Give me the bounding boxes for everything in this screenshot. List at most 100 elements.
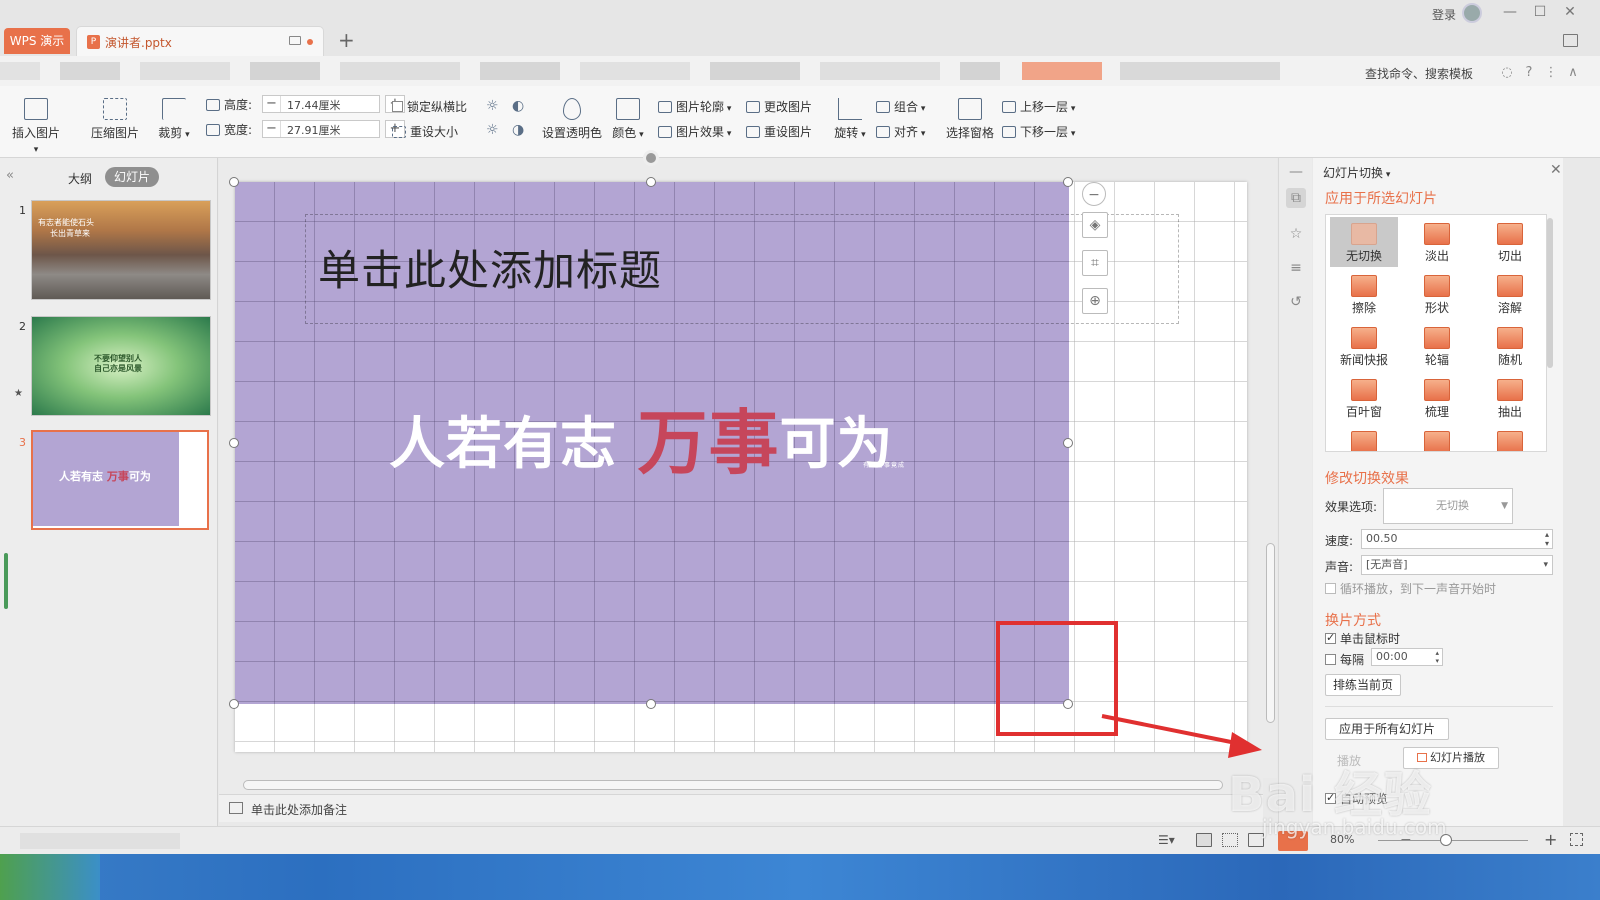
transition-option[interactable]: 溶解 (1476, 269, 1544, 319)
picture-outline-button[interactable]: 图片轮廓 ▾ (658, 98, 731, 115)
transition-option[interactable]: 梳理 (1403, 373, 1471, 423)
normal-view-icon[interactable] (1196, 833, 1212, 847)
collapse-strip-icon[interactable]: — (1286, 162, 1306, 182)
transition-option[interactable]: 切出 (1476, 217, 1544, 267)
panel-title[interactable]: 幻灯片切换 ▾ (1323, 164, 1390, 181)
minimize-icon[interactable]: — (1500, 4, 1520, 20)
transition-option[interactable]: 百叶窗 (1330, 373, 1398, 423)
document-tab[interactable]: P 演讲者.pptx (76, 26, 324, 56)
speed-input[interactable]: 00.50 ▴ ▾ (1361, 529, 1553, 549)
command-search[interactable]: 查找命令、搜索模板 (1365, 65, 1473, 82)
transition-option[interactable] (1403, 425, 1471, 451)
transition-option[interactable]: 抽出 (1476, 373, 1544, 423)
spin-icon[interactable]: ▴ ▾ (1435, 649, 1439, 665)
set-transparent-color-button[interactable]: 设置透明色 (540, 98, 604, 141)
sidebar-toggle-icon[interactable] (1563, 34, 1578, 47)
transition-option[interactable]: 轮辐 (1403, 321, 1471, 371)
slide-thumbnail-1[interactable]: 有志者能使石头 长出青草来 (31, 200, 211, 300)
align-button[interactable]: 对齐 ▾ (876, 123, 925, 140)
transition-option[interactable]: 形状 (1403, 269, 1471, 319)
vertical-scroll-thumb[interactable] (1266, 543, 1275, 723)
bring-forward-button[interactable]: 上移一层 ▾ (1002, 98, 1075, 115)
collapse-panel-icon[interactable]: « (6, 168, 14, 183)
selection-pane-button[interactable]: 选择窗格 (944, 98, 996, 141)
reset-size-button[interactable]: 重设大小 (392, 123, 458, 140)
resize-handle-top-right[interactable] (1063, 177, 1073, 187)
slide-sorter-icon[interactable] (1222, 833, 1238, 847)
contrast-down-icon[interactable]: ◑ (512, 122, 524, 138)
effect-options-select[interactable]: 无切换 ▼ (1383, 488, 1513, 524)
every-checkbox[interactable]: 每隔 (1325, 651, 1364, 668)
zoom-out-icon[interactable]: − (1082, 182, 1106, 206)
transition-option[interactable]: 新闻快报 (1330, 321, 1398, 371)
resize-handle-right[interactable] (1063, 438, 1073, 448)
panel-scrollbar[interactable] (4, 553, 8, 609)
avatar[interactable] (1462, 3, 1482, 23)
history-icon[interactable]: ↺ (1286, 292, 1306, 312)
contrast-up-icon[interactable]: ◐ (512, 98, 524, 114)
horizontal-scrollbar[interactable] (219, 776, 1263, 794)
active-menu-block[interactable] (1022, 62, 1102, 80)
app-tab[interactable]: WPS 演示 (4, 28, 70, 54)
every-time-input[interactable]: 00:00 ▴ ▾ (1371, 648, 1443, 666)
comment-icon[interactable]: ◌ (1500, 66, 1514, 80)
collapse-ribbon-icon[interactable]: ∧ (1566, 66, 1580, 80)
properties-icon[interactable]: ≡ (1286, 258, 1306, 278)
height-stepper[interactable]: − 17.44厘米 + (262, 95, 405, 113)
resize-handle-top-left[interactable] (229, 177, 239, 187)
lock-ratio-checkbox[interactable]: 锁定纵横比 (392, 98, 467, 115)
gallery-scrollbar[interactable] (1547, 218, 1553, 368)
resize-handle-left[interactable] (229, 438, 239, 448)
width-stepper[interactable]: − 27.91厘米 + (262, 120, 405, 138)
height-decrease-button[interactable]: − (263, 96, 281, 112)
slide-thumbnail-2[interactable]: 不要仰望别人 自己亦是风景 (31, 316, 211, 416)
notes-toggle-icon[interactable]: ☰▾ (1158, 833, 1175, 847)
unsaved-dot-icon[interactable] (307, 39, 313, 45)
help-icon[interactable]: ? (1522, 66, 1536, 80)
notes-placeholder[interactable]: 单击此处添加备注 (251, 801, 347, 818)
transition-option[interactable] (1476, 425, 1544, 451)
brightness-down-icon[interactable]: ☼ (486, 122, 499, 138)
close-icon[interactable]: ✕ (1560, 4, 1580, 20)
insert-picture-button[interactable]: 插入图片 ▾ (10, 98, 62, 155)
transition-option[interactable] (1330, 425, 1398, 451)
rotate-button[interactable]: 旋转 ▾ (832, 98, 868, 141)
crop-button[interactable]: 裁剪 ▾ (156, 98, 192, 141)
reset-picture-button[interactable]: 重设图片 (746, 123, 812, 140)
spin-icon[interactable]: ▴ ▾ (1545, 530, 1549, 548)
maximize-icon[interactable]: ☐ (1530, 4, 1550, 20)
transition-option[interactable]: 淡出 (1403, 217, 1471, 267)
resize-handle-bottom[interactable] (646, 699, 656, 709)
loop-checkbox[interactable]: 循环播放，到下一声音开始时 (1325, 580, 1496, 597)
close-panel-icon[interactable]: ✕ (1550, 162, 1562, 178)
apply-all-button[interactable]: 应用于所有幻灯片 (1325, 718, 1449, 740)
transition-option[interactable]: 无切换 (1330, 217, 1398, 267)
compress-picture-button[interactable]: 压缩图片 (88, 98, 142, 141)
color-button[interactable]: 颜色 ▾ (610, 98, 646, 141)
brightness-up-icon[interactable]: ☼ (486, 98, 499, 114)
vertical-scrollbar[interactable] (1263, 158, 1277, 778)
group-button[interactable]: 组合 ▾ (876, 98, 925, 115)
transition-option[interactable]: 擦除 (1330, 269, 1398, 319)
horizontal-scroll-thumb[interactable] (243, 780, 1223, 790)
change-picture-button[interactable]: 更改图片 (746, 98, 812, 115)
custom-animation-icon[interactable]: ☆ (1286, 224, 1306, 244)
login-link[interactable]: 登录 (1432, 6, 1456, 23)
send-backward-button[interactable]: 下移一层 ▾ (1002, 123, 1075, 140)
fit-window-icon[interactable] (1570, 833, 1583, 846)
slide-thumbnail-3[interactable]: 人若有志 万事可为 (31, 430, 209, 530)
tab-outline[interactable]: 大纲 (68, 170, 92, 187)
title-placeholder-box[interactable]: 单击此处添加标题 (305, 214, 1179, 324)
on-click-checkbox[interactable]: 单击鼠标时 (1325, 630, 1400, 647)
crop-icon[interactable]: ⌗ (1082, 250, 1108, 276)
transition-option[interactable]: 随机 (1476, 321, 1544, 371)
zoom-in-icon[interactable]: + (1544, 830, 1557, 849)
resize-handle-bottom-left[interactable] (229, 699, 239, 709)
slide-transition-icon[interactable]: ⧉ (1286, 188, 1306, 208)
rehearse-button[interactable]: 排练当前页 (1325, 674, 1401, 696)
lock-ratio-check[interactable] (392, 101, 403, 112)
zoom-slider-track[interactable] (1378, 840, 1528, 841)
layers-icon[interactable]: ◈ (1082, 212, 1108, 238)
resize-handle-top[interactable] (646, 177, 656, 187)
on-click-check[interactable] (1325, 631, 1336, 644)
